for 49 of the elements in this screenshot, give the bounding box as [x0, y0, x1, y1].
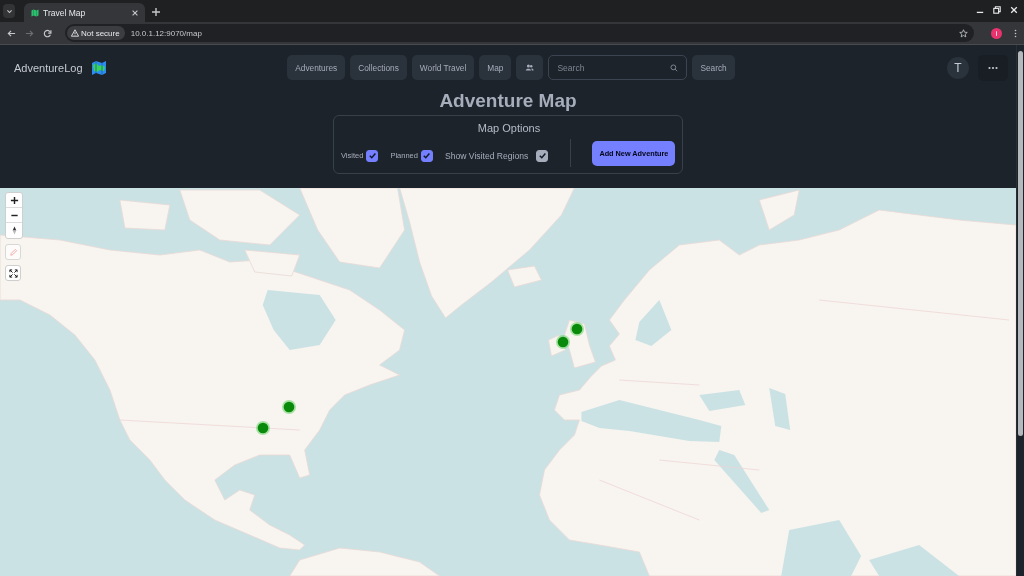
- close-icon[interactable]: [1010, 6, 1018, 14]
- scrollbar[interactable]: [1016, 45, 1024, 576]
- close-tab-button[interactable]: [131, 8, 139, 17]
- checkmark-icon: [367, 151, 377, 160]
- search-icon: [670, 63, 679, 72]
- search-field[interactable]: Search: [548, 55, 688, 80]
- page-title: Adventure Map: [439, 90, 577, 111]
- bookmark-star-icon[interactable]: [959, 28, 968, 38]
- fullscreen-button[interactable]: [5, 265, 21, 281]
- checkmark-icon: [537, 151, 547, 160]
- map-icon: [31, 8, 39, 17]
- avatar-button[interactable]: T: [947, 56, 969, 79]
- pencil-icon: [8, 247, 18, 257]
- chevron-down-icon: [5, 7, 13, 15]
- address-bar[interactable]: Not secure 10.0.1.12:9070/map: [65, 24, 974, 42]
- new-tab-icon[interactable]: [151, 7, 161, 17]
- plus-icon: [9, 195, 19, 205]
- checkbox[interactable]: [536, 149, 549, 162]
- browser-tab[interactable]: Travel Map: [24, 3, 145, 22]
- search-button[interactable]: Search: [692, 55, 735, 80]
- tab-search-button[interactable]: [3, 4, 15, 18]
- nav-button[interactable]: World Travel: [411, 55, 475, 80]
- nav-button[interactable]: Map: [479, 55, 512, 80]
- back-icon[interactable]: [7, 28, 16, 38]
- nav-button[interactable]: Adventures: [287, 55, 346, 80]
- url-text: 10.0.1.12:9070/map: [130, 28, 203, 38]
- security-label: Not secure: [81, 28, 120, 38]
- profile-icon[interactable]: [991, 27, 1002, 39]
- users-icon: [525, 63, 535, 72]
- brand-link[interactable]: AdventureLog: [14, 61, 83, 74]
- map-marker-icon[interactable]: [556, 335, 570, 349]
- expand-icon: [8, 268, 18, 278]
- users-button[interactable]: [516, 55, 544, 80]
- checkmark-icon: [422, 151, 432, 160]
- reload-icon[interactable]: [43, 28, 52, 38]
- close-icon: [131, 8, 139, 17]
- checkbox[interactable]: [420, 149, 433, 162]
- map-marker-icon[interactable]: [256, 421, 270, 435]
- ellipsis-icon: [988, 65, 998, 70]
- map-marker-icon[interactable]: [570, 322, 584, 336]
- map-marker-icon[interactable]: [282, 400, 296, 414]
- warning-icon: [71, 29, 79, 37]
- nav-button[interactable]: Collections: [350, 55, 407, 80]
- security-chip[interactable]: Not secure: [67, 26, 125, 40]
- checkbox[interactable]: [366, 149, 379, 162]
- map-icon: [90, 59, 107, 76]
- restore-icon[interactable]: [993, 6, 1001, 14]
- checkbox-label: Show Visited Regions: [444, 150, 529, 161]
- card-title: Map Options: [477, 122, 541, 134]
